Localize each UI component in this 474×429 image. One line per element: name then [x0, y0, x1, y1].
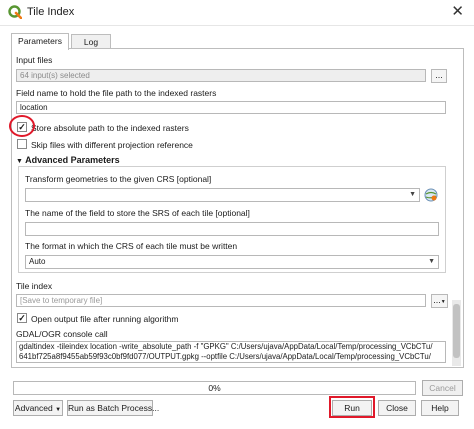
collapse-arrow-icon: ▼ [16, 158, 23, 165]
advanced-parameters-header[interactable]: ▼ Advanced Parameters [16, 155, 120, 165]
qgis-logo-icon [8, 5, 22, 19]
scrollbar-thumb[interactable] [453, 304, 460, 358]
skip-files-label: Skip files with different projection ref… [31, 140, 193, 150]
advanced-parameters-title: Advanced Parameters [25, 155, 120, 165]
tab-log[interactable]: Log [71, 34, 111, 49]
dropdown-arrow-icon: ▼ [440, 299, 446, 305]
srs-field-input[interactable] [25, 222, 439, 236]
transform-crs-combo[interactable]: ▼ [25, 188, 420, 202]
console-call-text[interactable]: gdaltindex -tileindex location -write_ab… [16, 341, 446, 363]
crs-format-value: Auto [29, 257, 46, 266]
advanced-button[interactable]: Advanced ▼ [13, 400, 63, 416]
crs-format-label: The format in which the CRS of each tile… [25, 241, 238, 251]
skip-files-checkbox[interactable] [17, 139, 27, 149]
cancel-button[interactable]: Cancel [422, 380, 463, 396]
tile-index-browse-label: ... [433, 295, 441, 305]
console-line-2: 641bf725a8f9455ab59f93c0bf9fd077/OUTPUT.… [19, 352, 431, 361]
open-output-checkbox[interactable]: ✓ [17, 313, 27, 323]
crs-format-combo[interactable]: Auto ▼ [25, 255, 439, 269]
console-line-1: gdaltindex -tileindex location -write_ab… [19, 342, 433, 351]
close-window-button[interactable]: ✕ [451, 3, 464, 21]
field-name-input[interactable]: location [16, 101, 446, 114]
input-files-browse-button[interactable]: ... [431, 69, 447, 83]
chevron-down-icon: ▼ [428, 258, 435, 265]
highlight-circle [9, 115, 35, 137]
store-absolute-label: Store absolute path to the indexed raste… [31, 123, 189, 133]
console-call-label: GDAL/OGR console call [16, 329, 108, 339]
tile-index-label: Tile index [16, 281, 53, 291]
field-name-label: Field name to hold the file path to the … [16, 88, 217, 98]
tab-parameters[interactable]: Parameters [11, 33, 69, 50]
run-as-batch-button[interactable]: Run as Batch Process... [67, 400, 159, 416]
transform-crs-label: Transform geometries to the given CRS [o… [25, 174, 212, 184]
help-button[interactable]: Help [421, 400, 459, 416]
crs-selector-icon[interactable] [423, 187, 439, 203]
tile-index-output-field[interactable]: [Save to temporary file] [16, 294, 426, 307]
srs-field-label: The name of the field to store the SRS o… [25, 208, 250, 218]
panel-scrollbar[interactable] [452, 300, 461, 366]
chevron-down-icon: ▼ [55, 407, 62, 413]
input-files-field: 64 input(s) selected [16, 69, 426, 82]
progress-bar: 0% [13, 381, 416, 395]
advanced-button-label: Advanced [14, 403, 53, 413]
tile-index-browse-button[interactable]: ...▼ [431, 294, 448, 308]
input-files-label: Input files [16, 55, 53, 65]
chevron-down-icon: ▼ [409, 191, 416, 198]
window-title: Tile Index [27, 6, 75, 18]
title-bar: Tile Index ✕ [0, 0, 474, 26]
open-output-label: Open output file after running algorithm [31, 314, 179, 324]
highlight-box [329, 396, 375, 418]
close-button[interactable]: Close [378, 400, 416, 416]
